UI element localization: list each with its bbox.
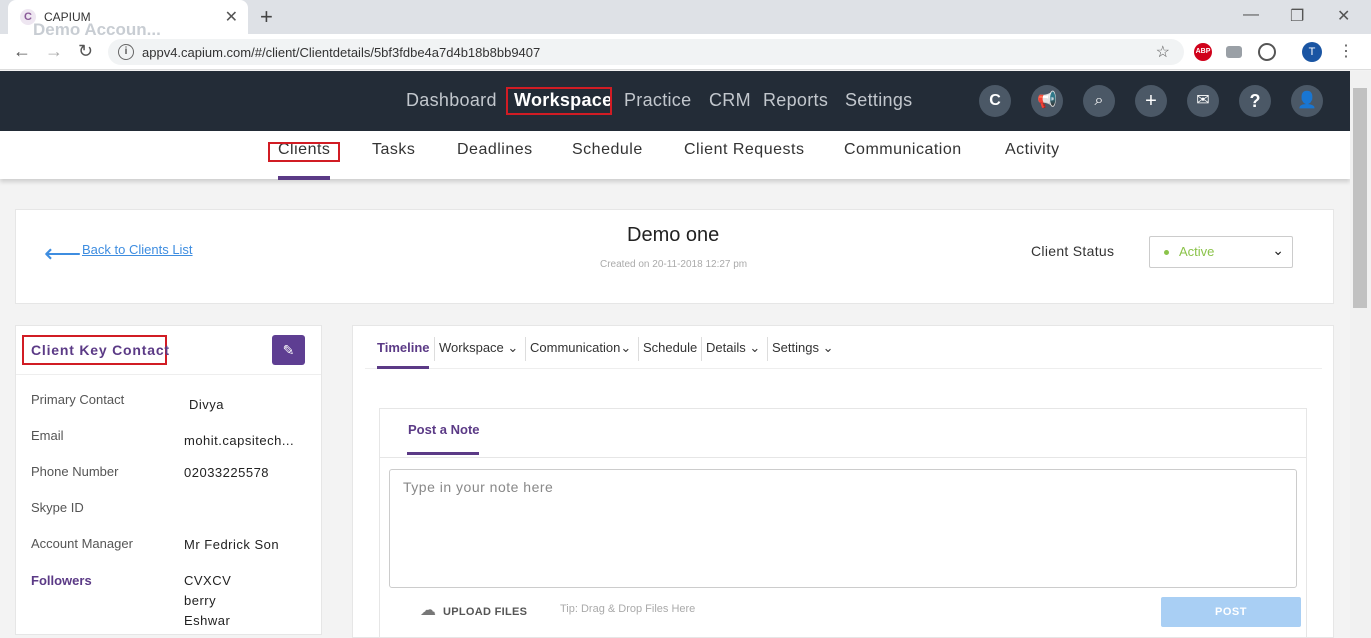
divider xyxy=(16,374,321,375)
close-tab-icon[interactable]: ✕ xyxy=(225,7,238,27)
tab-separator xyxy=(525,337,526,361)
restore-window-icon[interactable]: ❐ xyxy=(1290,6,1304,26)
account-name[interactable]: Demo Accoun... xyxy=(33,20,161,40)
tab-timeline[interactable]: Timeline xyxy=(377,340,430,355)
post-note-tabs xyxy=(379,408,1307,458)
subnav-activity[interactable]: Activity xyxy=(1005,141,1060,159)
client-status-select[interactable]: Active ⌄ xyxy=(1149,236,1293,268)
nav-crm[interactable]: CRM xyxy=(709,90,751,111)
tab-bar-line xyxy=(365,368,1322,369)
created-date: Created on 20-11-2018 12:27 pm xyxy=(600,259,748,270)
account-manager-value: Mr Fedrick Son xyxy=(184,537,280,552)
sub-nav xyxy=(0,131,1350,179)
tab-separator xyxy=(701,337,702,361)
back-icon[interactable]: ← xyxy=(13,41,31,62)
reload-icon[interactable]: ↻ xyxy=(78,41,93,62)
tab-settings-label: Settings xyxy=(772,340,819,355)
client-status-label: Client Status xyxy=(1031,243,1115,259)
cloud-upload-icon: ☁ xyxy=(420,602,437,619)
tab-communication-label: Communication xyxy=(530,340,621,355)
user-icon[interactable]: 👤 xyxy=(1291,85,1323,117)
scrollbar-thumb[interactable] xyxy=(1353,88,1367,308)
tab-communication[interactable]: Communication⌄ xyxy=(530,340,631,356)
forward-icon[interactable]: → xyxy=(45,41,63,62)
key-contact-card xyxy=(15,325,322,635)
nav-dashboard[interactable]: Dashboard xyxy=(406,90,497,111)
chevron-down-icon: ⌄ xyxy=(822,340,834,355)
primary-contact-label: Primary Contact xyxy=(31,392,125,407)
extension-icon[interactable] xyxy=(1226,46,1242,58)
subnav-deadlines[interactable]: Deadlines xyxy=(457,141,533,159)
add-icon[interactable]: + xyxy=(1135,85,1167,117)
new-tab-icon[interactable]: + xyxy=(260,4,273,30)
close-window-icon[interactable]: ✕ xyxy=(1337,6,1350,26)
followers-label: Followers xyxy=(31,573,92,588)
active-subnav-underline xyxy=(278,176,330,180)
capium-logo-icon[interactable]: C xyxy=(979,85,1011,117)
back-to-clients-link[interactable]: Back to Clients List xyxy=(82,242,193,257)
tab-separator xyxy=(434,337,435,361)
tab-workspace-label: Workspace xyxy=(439,340,504,355)
profile-avatar[interactable]: T xyxy=(1302,42,1322,62)
status-dot-icon xyxy=(1164,250,1169,255)
client-status-value: Active xyxy=(1179,244,1215,259)
search-icon[interactable]: ⌕ xyxy=(1083,85,1115,117)
chevron-down-icon: ⌄ xyxy=(749,340,761,355)
adblock-extension-icon[interactable]: ABP xyxy=(1194,43,1212,61)
browser-tab-strip: C CAPIUM ✕ + — ❐ ✕ xyxy=(0,0,1371,34)
phone-label: Phone Number xyxy=(31,464,119,479)
help-icon[interactable]: ? xyxy=(1239,85,1271,117)
tab-separator xyxy=(767,337,768,361)
tab-settings[interactable]: Settings ⌄ xyxy=(772,340,834,356)
tab-post-a-note[interactable]: Post a Note xyxy=(408,422,480,437)
subnav-tasks[interactable]: Tasks xyxy=(372,141,415,159)
chevron-down-icon: ⌄ xyxy=(620,340,632,355)
mail-icon[interactable]: ✉ xyxy=(1187,85,1219,117)
upload-files-button[interactable]: ☁ UPLOAD FILES xyxy=(420,600,527,620)
account-manager-label: Account Manager xyxy=(31,536,133,551)
edit-contact-button[interactable]: ✎ xyxy=(272,335,305,365)
tab-details[interactable]: Details ⌄ xyxy=(706,340,760,356)
phone-value: 02033225578 xyxy=(184,465,270,480)
chevron-down-icon: ⌄ xyxy=(1272,242,1284,258)
subnav-client-requests[interactable]: Client Requests xyxy=(684,141,804,159)
subnav-communication[interactable]: Communication xyxy=(844,141,962,159)
follower-item: CVXCV xyxy=(184,573,232,588)
nav-settings[interactable]: Settings xyxy=(845,90,912,111)
post-tab-underline xyxy=(407,452,479,455)
browser-menu-icon[interactable]: ⋮ xyxy=(1338,41,1354,61)
browser-toolbar: ← → ↻ i appv4.capium.com/#/client/Client… xyxy=(0,34,1371,70)
site-info-icon[interactable]: i xyxy=(118,44,134,60)
address-bar[interactable]: i appv4.capium.com/#/client/Clientdetail… xyxy=(108,39,1184,65)
clients-highlight-box xyxy=(268,142,340,162)
active-tab-underline xyxy=(377,366,429,369)
skype-label: Skype ID xyxy=(31,500,84,515)
chevron-down-icon: ⌄ xyxy=(507,340,519,355)
extension-shield-icon[interactable] xyxy=(1258,43,1276,61)
email-value: mohit.capsitech... xyxy=(184,433,295,448)
bookmark-star-icon[interactable]: ☆ xyxy=(1156,42,1170,62)
client-name: Demo one xyxy=(627,224,720,246)
workspace-highlight-box xyxy=(506,87,612,115)
minimize-window-icon[interactable]: — xyxy=(1243,6,1259,24)
primary-contact-value: Divya xyxy=(189,397,225,412)
tab-workspace[interactable]: Workspace ⌄ xyxy=(439,340,518,356)
note-input[interactable] xyxy=(389,469,1297,588)
tab-details-label: Details xyxy=(706,340,746,355)
announcement-icon[interactable]: 📢 xyxy=(1031,85,1063,117)
nav-reports[interactable]: Reports xyxy=(763,90,828,111)
drag-drop-tip: Tip: Drag & Drop Files Here xyxy=(560,603,696,615)
key-contact-title: Client Key Contact xyxy=(31,342,170,358)
post-button[interactable]: POST xyxy=(1161,597,1301,627)
subnav-schedule[interactable]: Schedule xyxy=(572,141,643,159)
email-label: Email xyxy=(31,428,64,443)
tab-schedule[interactable]: Schedule xyxy=(643,340,697,355)
follower-item: berry xyxy=(184,593,217,608)
url-text[interactable]: appv4.capium.com/#/client/Clientdetails/… xyxy=(142,45,540,60)
follower-item: Eshwar xyxy=(184,613,231,628)
nav-practice[interactable]: Practice xyxy=(624,90,691,111)
tab-separator xyxy=(638,337,639,361)
upload-files-label: UPLOAD FILES xyxy=(443,606,528,618)
back-arrow-icon[interactable]: ⟵ xyxy=(44,238,81,269)
